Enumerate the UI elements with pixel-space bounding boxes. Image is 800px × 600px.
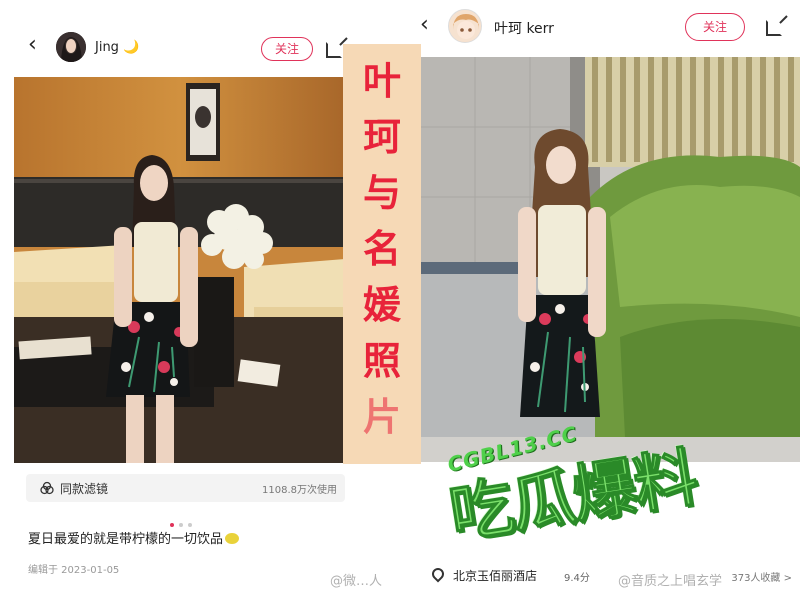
carousel-dot xyxy=(170,523,174,527)
vertical-caption-char: 珂 xyxy=(362,115,401,159)
vertical-caption-overlay: 叶 珂 与 名 媛 照 片 xyxy=(343,44,421,464)
username-label[interactable]: Jing 🌙 xyxy=(95,40,139,55)
back-icon[interactable]: ‹ xyxy=(420,14,429,36)
avatar[interactable] xyxy=(56,32,86,62)
back-icon[interactable]: ‹ xyxy=(28,34,37,56)
vertical-caption-char: 片 xyxy=(362,395,401,439)
lemon-emoji-icon xyxy=(225,533,240,544)
follow-button[interactable]: 关注 xyxy=(261,37,313,61)
post-photo[interactable] xyxy=(14,77,345,463)
filter-label: 同款滤镜 xyxy=(60,482,109,496)
location-saves-count: 373人收藏 > xyxy=(731,573,792,584)
edit-date: 编辑于 2023-01-05 xyxy=(28,565,120,576)
weibo-watermark: @音质之上唱玄学 xyxy=(618,574,723,589)
restaurant-photo xyxy=(14,77,345,463)
username-label[interactable]: 叶珂 kerr xyxy=(494,18,554,38)
follow-button[interactable]: 关注 xyxy=(685,13,745,41)
vertical-caption-char: 与 xyxy=(362,171,401,215)
weibo-watermark: @微…人 xyxy=(330,574,383,589)
caption-text: 夏日最爱的就是带柠檬的一切饮品 xyxy=(28,532,224,547)
location-pin-icon xyxy=(429,565,447,583)
location-bar[interactable]: 北京玉佰丽酒店 9.4分 373人收藏 > xyxy=(420,560,800,590)
vertical-caption-char: 照 xyxy=(362,339,401,383)
avatar-image xyxy=(56,32,86,62)
location-name: 北京玉佰丽酒店 xyxy=(453,569,538,583)
avatar-image xyxy=(449,10,481,42)
vertical-caption-char: 媛 xyxy=(362,283,401,327)
share-icon[interactable] xyxy=(766,20,782,36)
screenshot-canvas: ‹ Jing 🌙 关注 同款滤镜 1108.8万次使用 夏日最爱的就是带柠檬的一… xyxy=(0,0,800,600)
vertical-caption-char: 名 xyxy=(362,227,401,271)
share-icon[interactable] xyxy=(326,42,342,58)
vertical-caption-char: 叶 xyxy=(362,59,401,103)
left-post-panel: ‹ Jing 🌙 关注 同款滤镜 1108.8万次使用 夏日最爱的就是带柠檬的一… xyxy=(0,0,345,600)
post-photo[interactable] xyxy=(420,57,800,462)
carousel-dot xyxy=(188,523,192,527)
avatar[interactable] xyxy=(448,9,482,43)
filter-icon xyxy=(40,481,54,495)
carousel-dot xyxy=(179,523,183,527)
garden-photo xyxy=(420,57,800,462)
filter-usage-count: 1108.8万次使用 xyxy=(262,485,337,496)
post-caption: 夏日最爱的就是带柠檬的一切饮品 xyxy=(28,528,240,547)
same-filter-bar[interactable]: 同款滤镜 1108.8万次使用 xyxy=(26,474,345,502)
location-rating: 9.4分 xyxy=(564,573,590,584)
left-top-bar: ‹ Jing 🌙 关注 xyxy=(0,28,345,72)
